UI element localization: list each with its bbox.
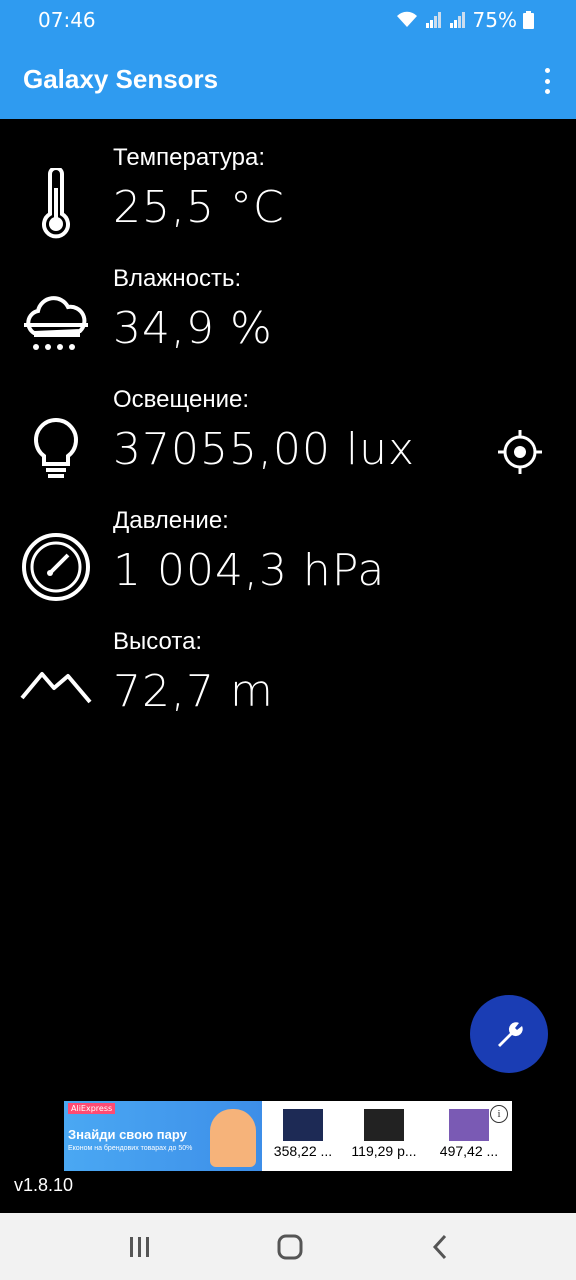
- status-icons: 75%: [395, 8, 534, 32]
- back-icon[interactable]: [420, 1231, 460, 1263]
- app-bar: Galaxy Sensors: [0, 40, 576, 119]
- sensor-value: 34,9 %: [113, 303, 273, 354]
- target-icon[interactable]: [498, 430, 542, 474]
- app-title: Galaxy Sensors: [23, 64, 219, 94]
- lightbulb-icon: [34, 418, 78, 478]
- ad-subtitle: Економ на брендових товарах до 50%: [68, 1145, 193, 1152]
- rain-cloud-icon: [24, 296, 88, 350]
- product-image: [283, 1109, 323, 1141]
- sensor-label: Температура:: [113, 144, 266, 171]
- signal-icon: [425, 12, 441, 28]
- sensor-label: Давление:: [113, 507, 229, 534]
- sensor-humidity: Влажность: 34,9 %: [0, 261, 576, 381]
- sensor-pressure: Давление: 1 004,3 hPa: [0, 503, 576, 623]
- sensor-value: 25,5 °C: [113, 182, 285, 233]
- ad-promo[interactable]: AliExpress Знайди свою пару Економ на бр…: [64, 1101, 262, 1171]
- product-price: 119,29 р...: [351, 1143, 417, 1159]
- ad-product[interactable]: 358,22 ...: [268, 1109, 338, 1169]
- ad-brand: AliExpress: [68, 1103, 116, 1114]
- sensor-label: Влажность:: [113, 265, 242, 292]
- ad-headline: Знайди свою пару: [68, 1127, 187, 1142]
- thermometer-icon: [42, 168, 70, 239]
- settings-fab[interactable]: [470, 995, 548, 1073]
- sensor-value: 37055,00 lux: [113, 424, 416, 475]
- overflow-menu-icon[interactable]: [536, 66, 558, 96]
- nav-bar: [0, 1213, 576, 1280]
- product-price: 497,42 ...: [439, 1143, 499, 1159]
- gauge-icon: [22, 533, 90, 601]
- status-bar: 07:46 75%: [0, 0, 576, 40]
- sensor-light: Освещение: 37055,00 lux: [0, 382, 576, 502]
- product-image: [449, 1109, 489, 1141]
- sensor-label: Высота:: [113, 628, 203, 655]
- mountain-icon: [20, 672, 92, 704]
- ad-product[interactable]: 119,29 р...: [349, 1109, 419, 1169]
- battery-icon: [523, 11, 534, 29]
- sensor-value: 1 004,3 hPa: [113, 545, 386, 596]
- sensor-altitude: Высота: 72,7 m: [0, 624, 576, 744]
- ad-banner[interactable]: AliExpress Знайди свою пару Економ на бр…: [64, 1101, 512, 1171]
- product-image: [364, 1109, 404, 1141]
- sensor-label: Освещение:: [113, 386, 249, 413]
- wrench-icon: [498, 1022, 523, 1047]
- wifi-icon: [396, 11, 417, 27]
- signal-icon: [449, 12, 465, 28]
- product-price: 358,22 ...: [273, 1143, 333, 1159]
- status-time: 07:46: [38, 8, 96, 32]
- sensor-temperature: Температура: 25,5 °C: [0, 140, 576, 260]
- info-icon[interactable]: i: [490, 1105, 508, 1123]
- version-label: v1.8.10: [14, 1175, 74, 1195]
- ad-model-image: [210, 1109, 256, 1167]
- recents-icon[interactable]: [120, 1231, 160, 1263]
- battery-percent: 75%: [472, 8, 517, 32]
- sensor-value: 72,7 m: [113, 666, 274, 717]
- home-icon[interactable]: [270, 1231, 310, 1263]
